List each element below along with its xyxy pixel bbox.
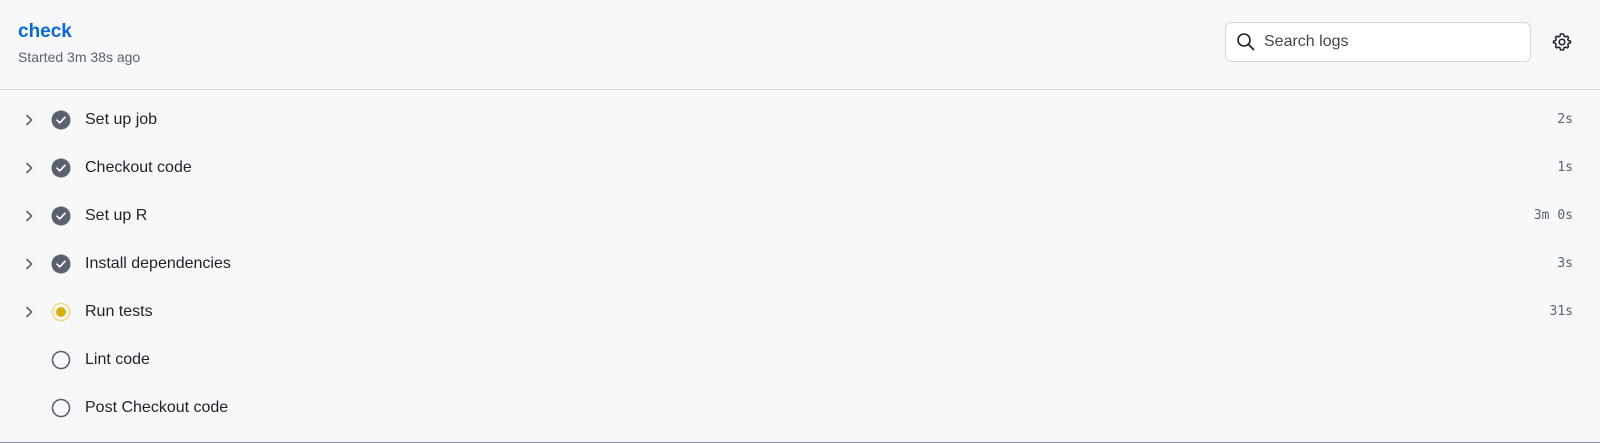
step-row[interactable]: Set up R 3m 0s — [0, 193, 1600, 241]
step-row[interactable]: Set up job 2s — [0, 97, 1600, 145]
steps-list: Set up job 2s Checkout code 1s Set up R — [0, 90, 1600, 433]
step-name: Install dependencies — [85, 255, 231, 272]
step-row: Lint code — [0, 337, 1600, 385]
step-row[interactable]: Checkout code 1s — [0, 145, 1600, 193]
check-circle-fill-icon — [51, 254, 71, 274]
circle-icon — [51, 350, 71, 370]
search-icon — [1237, 33, 1255, 51]
step-row[interactable]: Install dependencies 3s — [0, 241, 1600, 289]
search-logs-box[interactable] — [1225, 22, 1531, 62]
chevron-right-icon[interactable] — [21, 112, 37, 128]
step-duration: 3s — [1557, 256, 1573, 271]
check-circle-fill-icon — [51, 206, 71, 226]
chevron-right-icon[interactable] — [21, 256, 37, 272]
circle-icon — [51, 398, 71, 418]
check-circle-fill-icon — [51, 110, 71, 130]
gear-icon — [1552, 33, 1572, 51]
step-name: Set up R — [85, 207, 148, 224]
step-duration: 1s — [1557, 160, 1573, 175]
step-duration: 31s — [1549, 304, 1573, 319]
search-logs-input[interactable] — [1264, 23, 1522, 61]
chevron-right-icon[interactable] — [21, 208, 37, 224]
chevron-right-icon[interactable] — [21, 304, 37, 320]
job-title[interactable]: check — [18, 20, 72, 44]
step-name: Lint code — [85, 351, 150, 368]
step-name: Post Checkout code — [85, 399, 229, 416]
step-duration: 3m 0s — [1533, 208, 1573, 223]
step-name: Checkout code — [85, 159, 192, 176]
dot-fill-icon — [51, 302, 71, 322]
step-name: Set up job — [85, 111, 158, 128]
settings-button[interactable] — [1548, 28, 1576, 56]
job-started-time: Started 3m 38s ago — [18, 49, 141, 65]
chevron-right-icon[interactable] — [21, 160, 37, 176]
step-name: Run tests — [85, 303, 153, 320]
step-duration: 2s — [1557, 112, 1573, 127]
check-circle-fill-icon — [51, 158, 71, 178]
step-row[interactable]: Run tests 31s — [0, 289, 1600, 337]
step-row: Post Checkout code — [0, 385, 1600, 433]
job-header: check Started 3m 38s ago — [0, 0, 1600, 90]
job-log-panel: check Started 3m 38s ago Set u — [0, 0, 1600, 443]
